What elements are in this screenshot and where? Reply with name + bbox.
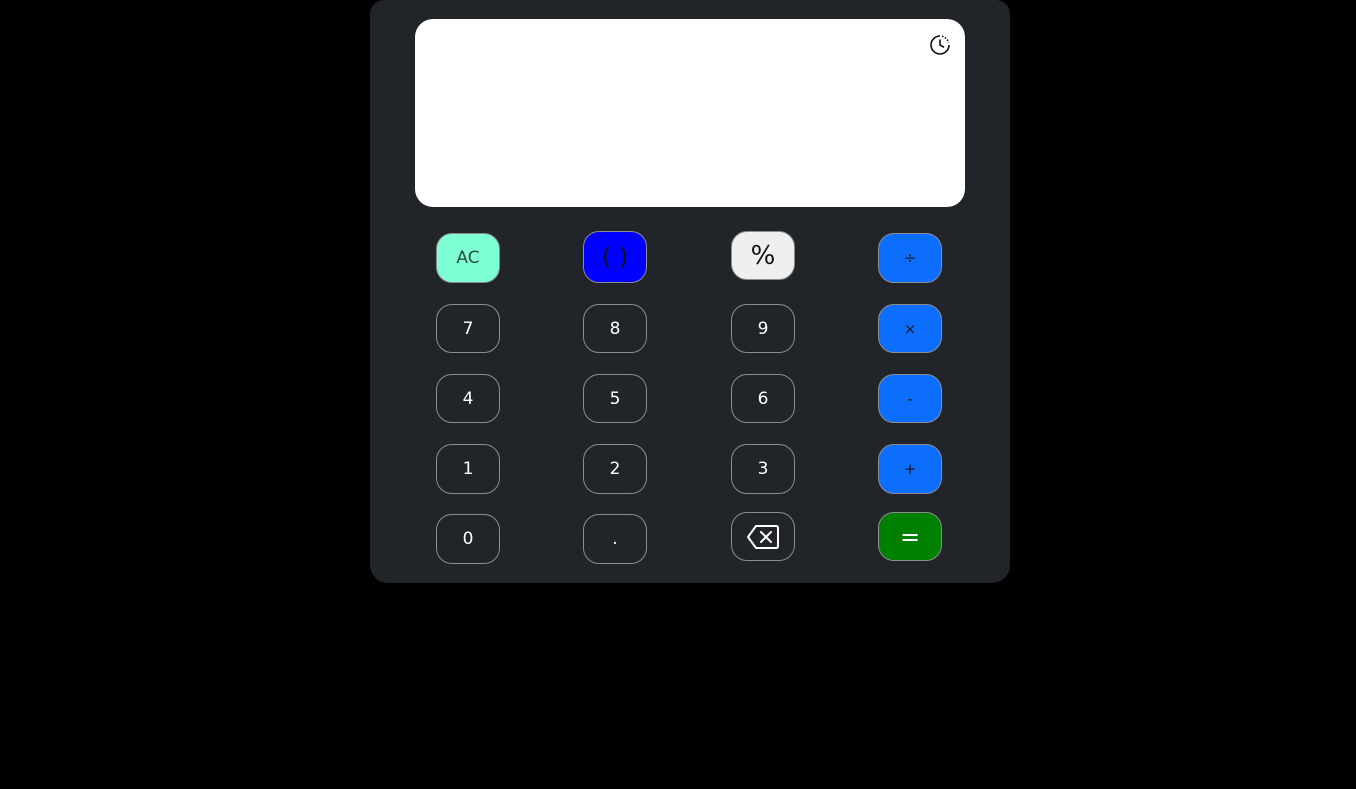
history-icon[interactable] xyxy=(928,33,952,57)
backspace-icon xyxy=(747,524,779,550)
digit-7-button[interactable]: 7 xyxy=(436,304,500,353)
minus-button[interactable]: - xyxy=(878,374,942,423)
percent-button[interactable]: % xyxy=(731,231,795,280)
calculator-display xyxy=(415,19,965,207)
decimal-point-button[interactable]: . xyxy=(583,514,647,564)
calculator-panel: AC ( ) % ÷ 7 8 9 × 4 5 6 - 1 2 3 + 0 . = xyxy=(370,0,1010,583)
plus-button[interactable]: + xyxy=(878,444,942,494)
digit-1-button[interactable]: 1 xyxy=(436,444,500,494)
digit-3-button[interactable]: 3 xyxy=(731,444,795,494)
clear-button[interactable]: AC xyxy=(436,233,500,283)
divide-button[interactable]: ÷ xyxy=(878,233,942,283)
digit-2-button[interactable]: 2 xyxy=(583,444,647,494)
digit-0-button[interactable]: 0 xyxy=(436,514,500,564)
digit-8-button[interactable]: 8 xyxy=(583,304,647,353)
digit-5-button[interactable]: 5 xyxy=(583,374,647,423)
digit-6-button[interactable]: 6 xyxy=(731,374,795,423)
parentheses-button[interactable]: ( ) xyxy=(583,231,647,283)
multiply-button[interactable]: × xyxy=(878,304,942,353)
backspace-button[interactable] xyxy=(731,512,795,561)
equals-button[interactable]: = xyxy=(878,512,942,561)
digit-4-button[interactable]: 4 xyxy=(436,374,500,423)
digit-9-button[interactable]: 9 xyxy=(731,304,795,353)
